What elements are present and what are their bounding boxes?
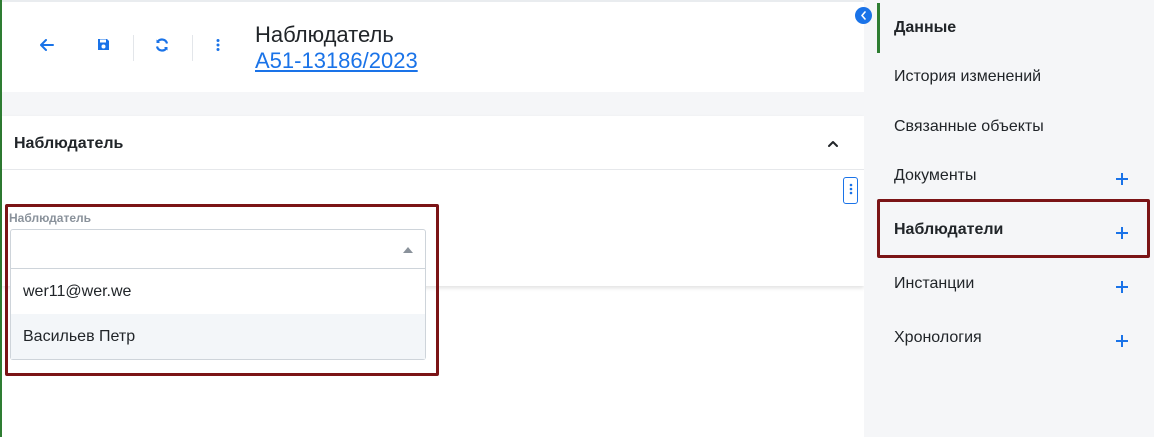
sidebar-item-documents[interactable]: Документы [894, 167, 976, 185]
caret-up-icon [403, 247, 413, 253]
sidebar-item-data[interactable]: Данные [894, 19, 956, 37]
sidebar-item-instances[interactable]: Инстанции [894, 275, 974, 293]
add-observer-icon[interactable] [1114, 225, 1130, 241]
sidebar-item-chronology[interactable]: Хронология [894, 329, 982, 347]
sidebar-item-history[interactable]: История изменений [894, 68, 1041, 86]
refresh-icon [155, 37, 169, 57]
collapse-sidebar-button[interactable] [855, 7, 872, 24]
back-button[interactable] [32, 32, 62, 62]
page-title: Наблюдатель [255, 22, 394, 47]
add-instance-icon[interactable] [1114, 279, 1130, 295]
toolbar-separator [192, 35, 193, 61]
app-window: Наблюдатель А51-13186/2023 Наблюдатель Н… [0, 0, 1154, 437]
card-header: Наблюдатель [2, 116, 864, 170]
observer-dropdown-list: wer11@wer.we Васильев Петр [10, 269, 426, 360]
arrow-left-icon [40, 38, 54, 56]
field-options-button[interactable] [843, 177, 858, 204]
chevron-left-icon [860, 7, 867, 25]
floppy-disk-icon [97, 38, 110, 56]
section-separator [2, 92, 864, 116]
refresh-button[interactable] [147, 32, 177, 62]
sidebar-item-observers[interactable]: Наблюдатели [894, 221, 1003, 239]
dropdown-option[interactable]: wer11@wer.we [11, 269, 425, 314]
active-indicator [877, 3, 880, 53]
kebab-menu-icon [216, 38, 220, 57]
more-actions-button[interactable] [203, 32, 233, 62]
toolbar-separator [133, 35, 134, 61]
chevron-up-icon [827, 135, 839, 153]
observers-marker [877, 202, 880, 255]
collapse-card-button[interactable] [822, 133, 844, 155]
add-document-icon[interactable] [1114, 171, 1130, 187]
card-title: Наблюдатель [14, 135, 124, 152]
observer-select[interactable] [10, 229, 426, 269]
main-content: Наблюдатель А51-13186/2023 Наблюдатель [2, 2, 864, 437]
dropdown-option[interactable]: Васильев Петр [11, 314, 425, 359]
page-header: Наблюдатель А51-13186/2023 [2, 2, 864, 92]
sidebar-item-related-objects[interactable]: Связанные объекты [894, 118, 1044, 136]
right-sidebar: Данные История изменений Связанные объек… [864, 0, 1154, 437]
save-button[interactable] [88, 32, 118, 62]
observer-field-label: Наблюдатель [9, 211, 92, 225]
case-number-link[interactable]: А51-13186/2023 [255, 48, 418, 74]
add-chronology-icon[interactable] [1114, 333, 1130, 349]
kebab-menu-icon [849, 182, 853, 200]
